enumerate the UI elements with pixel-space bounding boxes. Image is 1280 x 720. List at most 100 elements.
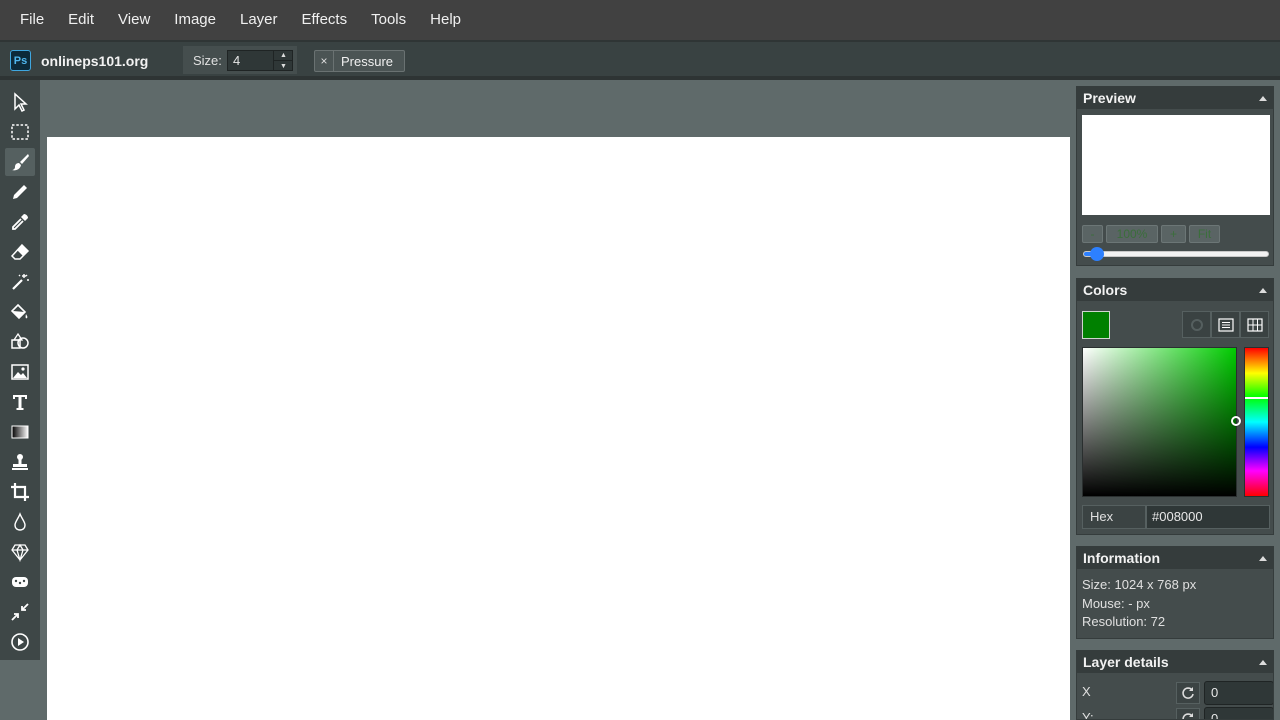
menu-help[interactable]: Help bbox=[418, 0, 473, 40]
color-grid-button[interactable] bbox=[1240, 311, 1269, 338]
crop-icon bbox=[11, 483, 29, 501]
pressure-toggle-button[interactable]: × Pressure bbox=[314, 50, 405, 72]
magic-wand-icon bbox=[12, 274, 29, 290]
sharpen-tool[interactable] bbox=[5, 538, 35, 566]
menu-tools[interactable]: Tools bbox=[359, 0, 418, 40]
information-title: Information bbox=[1083, 550, 1160, 566]
zoom-out-button[interactable]: - bbox=[1082, 225, 1103, 243]
preview-panel: Preview - 100% + Fit bbox=[1076, 86, 1274, 266]
options-divider bbox=[0, 76, 1280, 80]
pencil-tool[interactable] bbox=[5, 178, 35, 206]
zoom-level-button[interactable]: 100% bbox=[1106, 225, 1158, 243]
stamp-icon bbox=[12, 454, 28, 470]
text-tool[interactable] bbox=[5, 388, 35, 416]
menu-effects[interactable]: Effects bbox=[290, 0, 360, 40]
refresh-icon bbox=[1182, 687, 1194, 699]
menu-file[interactable]: File bbox=[8, 0, 56, 40]
hex-label: Hex bbox=[1082, 505, 1146, 529]
options-bar: Ps onlineps101.org Size: 4 ▲ ▼ × Pressur… bbox=[0, 42, 1280, 78]
ps-logo-icon: Ps bbox=[10, 50, 31, 71]
zoom-fit-button[interactable]: Fit bbox=[1189, 225, 1220, 243]
layer-y-input[interactable]: 0 bbox=[1204, 707, 1273, 719]
menu-bar: File Edit View Image Layer Effects Tools… bbox=[0, 0, 1280, 40]
zoom-controls: - 100% + Fit bbox=[1082, 225, 1220, 243]
collapse-icon[interactable] bbox=[1259, 95, 1267, 101]
resize-tool[interactable] bbox=[5, 598, 35, 626]
reset-y-button[interactable] bbox=[1176, 708, 1200, 719]
layer-y-label: Y: bbox=[1082, 710, 1094, 720]
blur-tool[interactable] bbox=[5, 508, 35, 536]
pencil-icon bbox=[13, 185, 27, 199]
select-tool[interactable] bbox=[5, 88, 35, 116]
image-tool[interactable] bbox=[5, 358, 35, 386]
color-circle-button[interactable] bbox=[1182, 311, 1211, 338]
eraser-tool[interactable] bbox=[5, 238, 35, 266]
size-increment-icon[interactable]: ▲ bbox=[273, 50, 293, 60]
collapse-icon[interactable] bbox=[1259, 287, 1267, 293]
droplet-icon bbox=[14, 512, 26, 531]
zoom-slider[interactable] bbox=[1083, 247, 1269, 261]
reset-x-button[interactable] bbox=[1176, 682, 1200, 704]
hue-marker[interactable] bbox=[1245, 397, 1268, 399]
sponge-tool[interactable] bbox=[5, 568, 35, 596]
brush-icon bbox=[12, 154, 29, 171]
zoom-slider-thumb[interactable] bbox=[1090, 247, 1105, 261]
preview-thumbnail[interactable] bbox=[1082, 115, 1270, 215]
play-circle-icon bbox=[11, 633, 29, 651]
diamond-icon bbox=[11, 543, 29, 562]
text-icon bbox=[13, 395, 27, 410]
layer-details-title: Layer details bbox=[1083, 654, 1169, 670]
pressure-label: Pressure bbox=[341, 53, 394, 69]
size-decrement-icon[interactable]: ▼ bbox=[273, 60, 293, 71]
information-content: Size: 1024 x 768 px Mouse: - px Resoluti… bbox=[1077, 569, 1273, 639]
color-cursor[interactable] bbox=[1231, 416, 1241, 426]
layer-y-row: Y: 0 bbox=[1082, 707, 1273, 720]
menu-view[interactable]: View bbox=[106, 0, 162, 40]
preview-header[interactable]: Preview bbox=[1077, 87, 1273, 109]
brush-tool[interactable] bbox=[5, 148, 35, 176]
shrink-arrows-icon bbox=[11, 603, 29, 621]
layer-x-row: X 0 bbox=[1082, 681, 1273, 705]
eyedropper-icon bbox=[12, 214, 28, 230]
animation-tool[interactable] bbox=[5, 628, 35, 656]
zoom-in-button[interactable]: + bbox=[1161, 225, 1186, 243]
color-picker-tool[interactable] bbox=[5, 208, 35, 236]
paint-bucket-icon bbox=[10, 303, 28, 320]
menu-layer[interactable]: Layer bbox=[228, 0, 290, 40]
colors-header[interactable]: Colors bbox=[1077, 279, 1273, 301]
collapse-icon[interactable] bbox=[1259, 555, 1267, 561]
resolution-text: Resolution: 72 bbox=[1082, 614, 1166, 629]
layer-details-panel: Layer details X 0 Y: 0 bbox=[1076, 650, 1274, 720]
current-color-swatch[interactable] bbox=[1082, 311, 1110, 339]
drawing-canvas[interactable] bbox=[47, 137, 1070, 720]
fill-tool[interactable] bbox=[5, 298, 35, 326]
menu-edit[interactable]: Edit bbox=[56, 0, 106, 40]
magic-wand-tool[interactable] bbox=[5, 268, 35, 296]
mouse-position-text: Mouse: - px bbox=[1082, 595, 1150, 611]
logo[interactable]: Ps onlineps101.org bbox=[10, 50, 148, 71]
color-list-button[interactable] bbox=[1211, 311, 1240, 338]
collapse-icon[interactable] bbox=[1259, 659, 1267, 665]
close-icon[interactable]: × bbox=[315, 51, 334, 71]
hex-input[interactable]: #008000 bbox=[1146, 505, 1270, 529]
clone-tool[interactable] bbox=[5, 448, 35, 476]
marquee-icon bbox=[11, 124, 29, 140]
information-header[interactable]: Information bbox=[1077, 547, 1273, 569]
saturation-value-picker[interactable] bbox=[1082, 347, 1241, 497]
grid-icon bbox=[1246, 317, 1263, 332]
hue-slider[interactable] bbox=[1244, 347, 1269, 497]
crop-tool[interactable] bbox=[5, 478, 35, 506]
size-stepper[interactable]: ▲ ▼ bbox=[273, 50, 293, 71]
refresh-icon bbox=[1182, 713, 1193, 719]
color-circle-icon bbox=[1190, 318, 1203, 331]
menu-image[interactable]: Image bbox=[162, 0, 228, 40]
gradient-tool[interactable] bbox=[5, 418, 35, 446]
brush-size-group: Size: 4 ▲ ▼ bbox=[183, 46, 297, 74]
shapes-tool[interactable] bbox=[5, 328, 35, 356]
hex-row: Hex #008000 bbox=[1082, 505, 1270, 529]
rectangle-select-tool[interactable] bbox=[5, 118, 35, 146]
layer-details-header[interactable]: Layer details bbox=[1077, 651, 1273, 673]
preview-title: Preview bbox=[1083, 90, 1136, 106]
layer-x-input[interactable]: 0 bbox=[1204, 681, 1273, 705]
shapes-icon bbox=[11, 332, 29, 349]
